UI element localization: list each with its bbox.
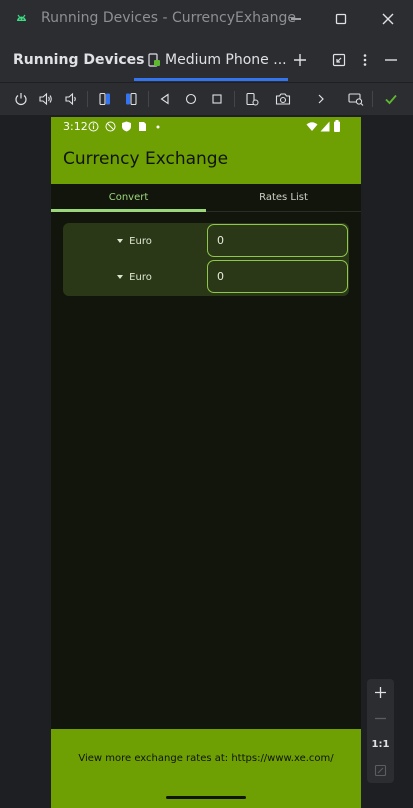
toolbar-separator xyxy=(87,91,88,107)
screenshot-button[interactable] xyxy=(273,89,293,109)
zoom-reset-button[interactable]: 1:1 xyxy=(367,732,394,756)
amount-from-input[interactable]: 0 xyxy=(207,224,348,257)
panel-title: Running Devices xyxy=(13,52,145,68)
screen-record-icon xyxy=(246,92,259,106)
back-button[interactable] xyxy=(155,89,175,109)
overview-icon xyxy=(212,94,222,104)
more-actions-button[interactable] xyxy=(311,89,331,109)
footer-banner: View more exchange rates at: https://www… xyxy=(51,729,361,808)
device-mirror-icon xyxy=(348,93,364,106)
currency-select-from-label: Euro xyxy=(129,235,152,247)
do-not-disturb-icon xyxy=(105,121,116,132)
vertical-dots-icon xyxy=(363,54,367,66)
amount-from-value: 0 xyxy=(217,234,224,247)
volume-up-button[interactable] xyxy=(36,89,56,109)
zoom-in-button[interactable] xyxy=(367,680,394,704)
currency-select-to-label: Euro xyxy=(129,271,152,283)
tab-selected-indicator xyxy=(134,78,288,81)
currency-select-to[interactable]: Euro xyxy=(63,260,206,294)
app-title: Currency Exchange xyxy=(63,149,229,169)
currency-select-from[interactable]: Euro xyxy=(63,224,206,258)
plus-icon xyxy=(294,54,306,66)
maximize-icon xyxy=(335,13,347,25)
toolbar-separator xyxy=(372,91,373,107)
window-titlebar: Running Devices - CurrencyExhange xyxy=(0,0,413,38)
notification-dot-icon xyxy=(156,125,160,129)
screen-record-button[interactable] xyxy=(242,89,262,109)
toolbar-separator xyxy=(148,91,149,107)
minimize-button[interactable] xyxy=(285,8,307,30)
volume-down-icon xyxy=(65,92,76,106)
volume-down-button[interactable] xyxy=(61,89,81,109)
status-bar: 3:12 xyxy=(51,117,361,137)
minus-icon xyxy=(375,717,386,719)
minimize-icon xyxy=(385,59,397,61)
apply-button[interactable] xyxy=(381,89,401,109)
chevron-right-icon xyxy=(318,94,324,104)
amount-to-value: 0 xyxy=(217,270,224,283)
rotate-left-button[interactable] xyxy=(95,89,115,109)
zoom-fit-button[interactable] xyxy=(367,758,394,782)
zoom-out-button[interactable] xyxy=(367,706,394,730)
tab-convert[interactable]: Convert xyxy=(51,184,206,211)
back-icon xyxy=(160,93,169,105)
power-button[interactable] xyxy=(11,89,31,109)
power-icon xyxy=(15,93,27,106)
device-icon xyxy=(148,53,160,67)
shield-icon xyxy=(122,121,131,132)
device-toolbar xyxy=(0,83,413,116)
tab-medium-phone-label: Medium Phone ... xyxy=(165,52,287,68)
info-icon xyxy=(88,121,99,132)
zoom-controls: 1:1 xyxy=(367,679,394,783)
collapse-icon xyxy=(332,53,346,67)
options-menu-button[interactable] xyxy=(355,50,375,70)
dropdown-arrow-icon xyxy=(117,275,124,279)
check-icon xyxy=(385,94,397,105)
close-button[interactable] xyxy=(377,8,399,30)
device-screen[interactable]: 3:12 Currency Exchange Convert Rates Lis… xyxy=(51,117,361,808)
volume-up-icon xyxy=(39,92,52,106)
wifi-icon xyxy=(306,122,318,131)
camera-icon xyxy=(275,93,291,105)
collapse-panel-button[interactable] xyxy=(329,50,349,70)
footer-link[interactable]: View more exchange rates at: https://www… xyxy=(51,753,361,764)
amount-to-input[interactable]: 0 xyxy=(207,260,348,293)
home-button[interactable] xyxy=(181,89,201,109)
rotate-right-icon xyxy=(126,92,137,106)
status-time: 3:12 xyxy=(63,120,88,133)
sim-card-icon xyxy=(139,122,146,131)
device-mirror-button[interactable] xyxy=(346,89,366,109)
dropdown-arrow-icon xyxy=(117,239,124,243)
tab-indicator xyxy=(51,209,206,212)
zoom-reset-label: 1:1 xyxy=(371,738,390,750)
home-icon xyxy=(185,93,197,105)
signal-icon xyxy=(320,121,330,132)
close-icon xyxy=(382,13,394,25)
add-tab-button[interactable] xyxy=(290,50,310,70)
rotate-left-icon xyxy=(99,92,110,106)
rotate-right-button[interactable] xyxy=(121,89,141,109)
plus-icon xyxy=(375,686,386,698)
minimize-icon xyxy=(291,18,301,20)
battery-icon xyxy=(334,120,340,132)
overview-button[interactable] xyxy=(207,89,227,109)
app-tabs: Convert Rates List xyxy=(51,184,361,212)
tab-convert-label: Convert xyxy=(108,192,149,203)
fit-screen-icon xyxy=(374,764,387,776)
converter-card: Euro 0 Euro 0 xyxy=(63,223,349,296)
toolbar-separator xyxy=(234,91,235,107)
gesture-nav-bar[interactable] xyxy=(166,796,246,799)
window-title: Running Devices - CurrencyExhange xyxy=(41,10,296,26)
app-bar: Currency Exchange xyxy=(51,137,361,184)
tab-rates-list-label: Rates List xyxy=(259,192,308,203)
tool-window-header: Running Devices Medium Phone ... xyxy=(0,38,413,83)
android-icon xyxy=(17,14,26,21)
tab-rates-list[interactable]: Rates List xyxy=(206,184,361,211)
maximize-button[interactable] xyxy=(330,8,352,30)
hide-panel-button[interactable] xyxy=(381,50,401,70)
